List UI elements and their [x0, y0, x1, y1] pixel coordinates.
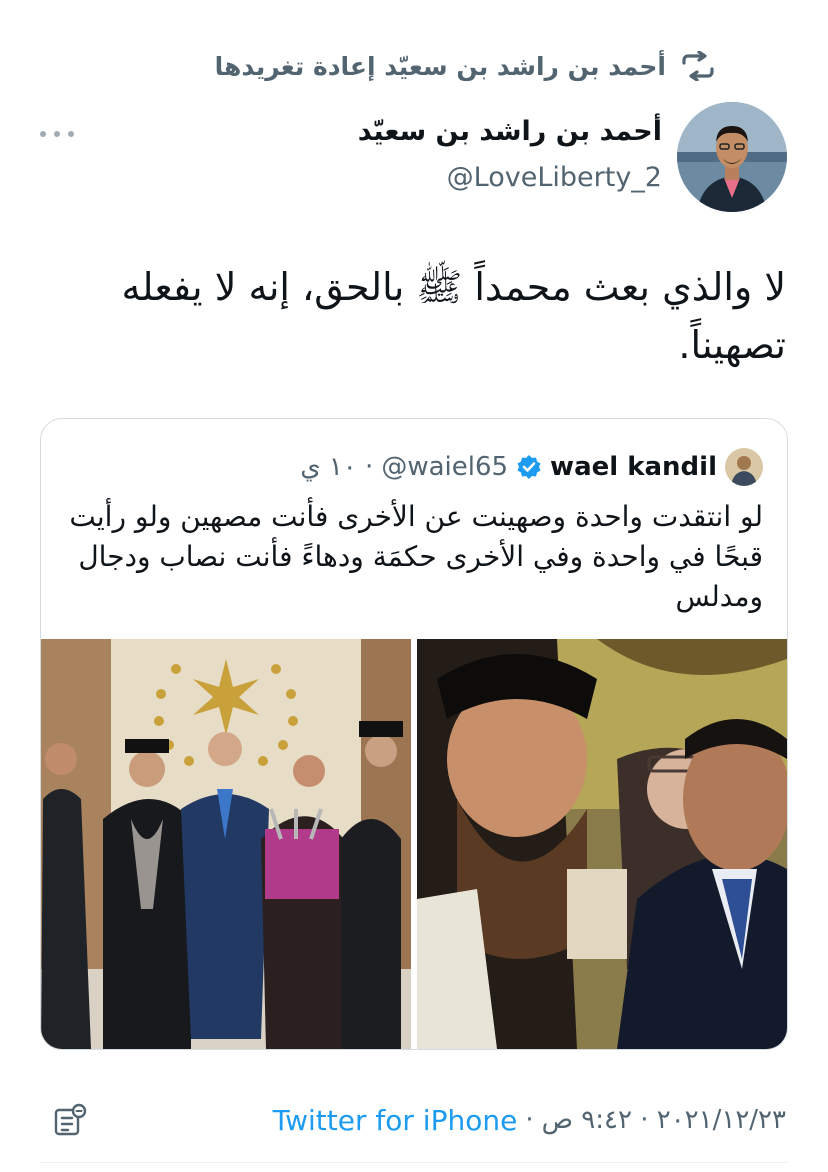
quoted-author-handle[interactable]: @waiel65 [381, 452, 508, 482]
more-dot [68, 131, 74, 137]
tweet-source[interactable]: Twitter for iPhone [273, 1104, 518, 1137]
more-dot [40, 131, 46, 137]
quoted-photo-left[interactable] [41, 639, 411, 1049]
verified-icon [517, 455, 541, 479]
more-icon[interactable] [40, 124, 74, 144]
tweet-footer: ٢٠٢١/١٢/٢٣ · ٩:٤٢ ص · Twitter for iPhone [273, 1100, 786, 1140]
divider [40, 1162, 788, 1163]
retweet-icon [682, 51, 714, 81]
tweet-text: لا والذي بعث محمداً ﷺ بالحق، إنه لا يفعل… [121, 265, 786, 367]
quoted-author-name[interactable]: wael kandil [550, 452, 717, 482]
footer-separator: · [525, 1105, 534, 1135]
author-handle[interactable]: @LoveLiberty_2 [447, 162, 662, 193]
analytics-icon[interactable] [52, 1102, 88, 1138]
avatar[interactable] [677, 102, 787, 212]
retweet-header[interactable]: أحمد بن راشد بن سعيّد إعادة تغريدها [215, 46, 718, 86]
author-name[interactable]: أحمد بن راشد بن سعيّد [358, 116, 662, 147]
tweet-timestamp[interactable]: ٢٠٢١/١٢/٢٣ · ٩:٤٢ ص [542, 1105, 786, 1135]
quoted-tweet-text: لو انتقدت واحدة وصهينت عن الأخرى فأنت مص… [69, 500, 763, 613]
quoted-avatar[interactable] [725, 448, 763, 486]
more-dot [54, 131, 60, 137]
quoted-photo-right[interactable] [417, 639, 787, 1049]
quoted-tweet-card[interactable]: wael kandil @waiel65 · ١٠ ي لو انتقدت وا… [40, 418, 788, 1050]
quoted-tweet-header: wael kandil @waiel65 · ١٠ ي [300, 448, 763, 486]
retweet-label: أحمد بن راشد بن سعيّد إعادة تغريدها [214, 51, 666, 81]
quoted-timestamp[interactable]: · ١٠ ي [300, 452, 373, 482]
